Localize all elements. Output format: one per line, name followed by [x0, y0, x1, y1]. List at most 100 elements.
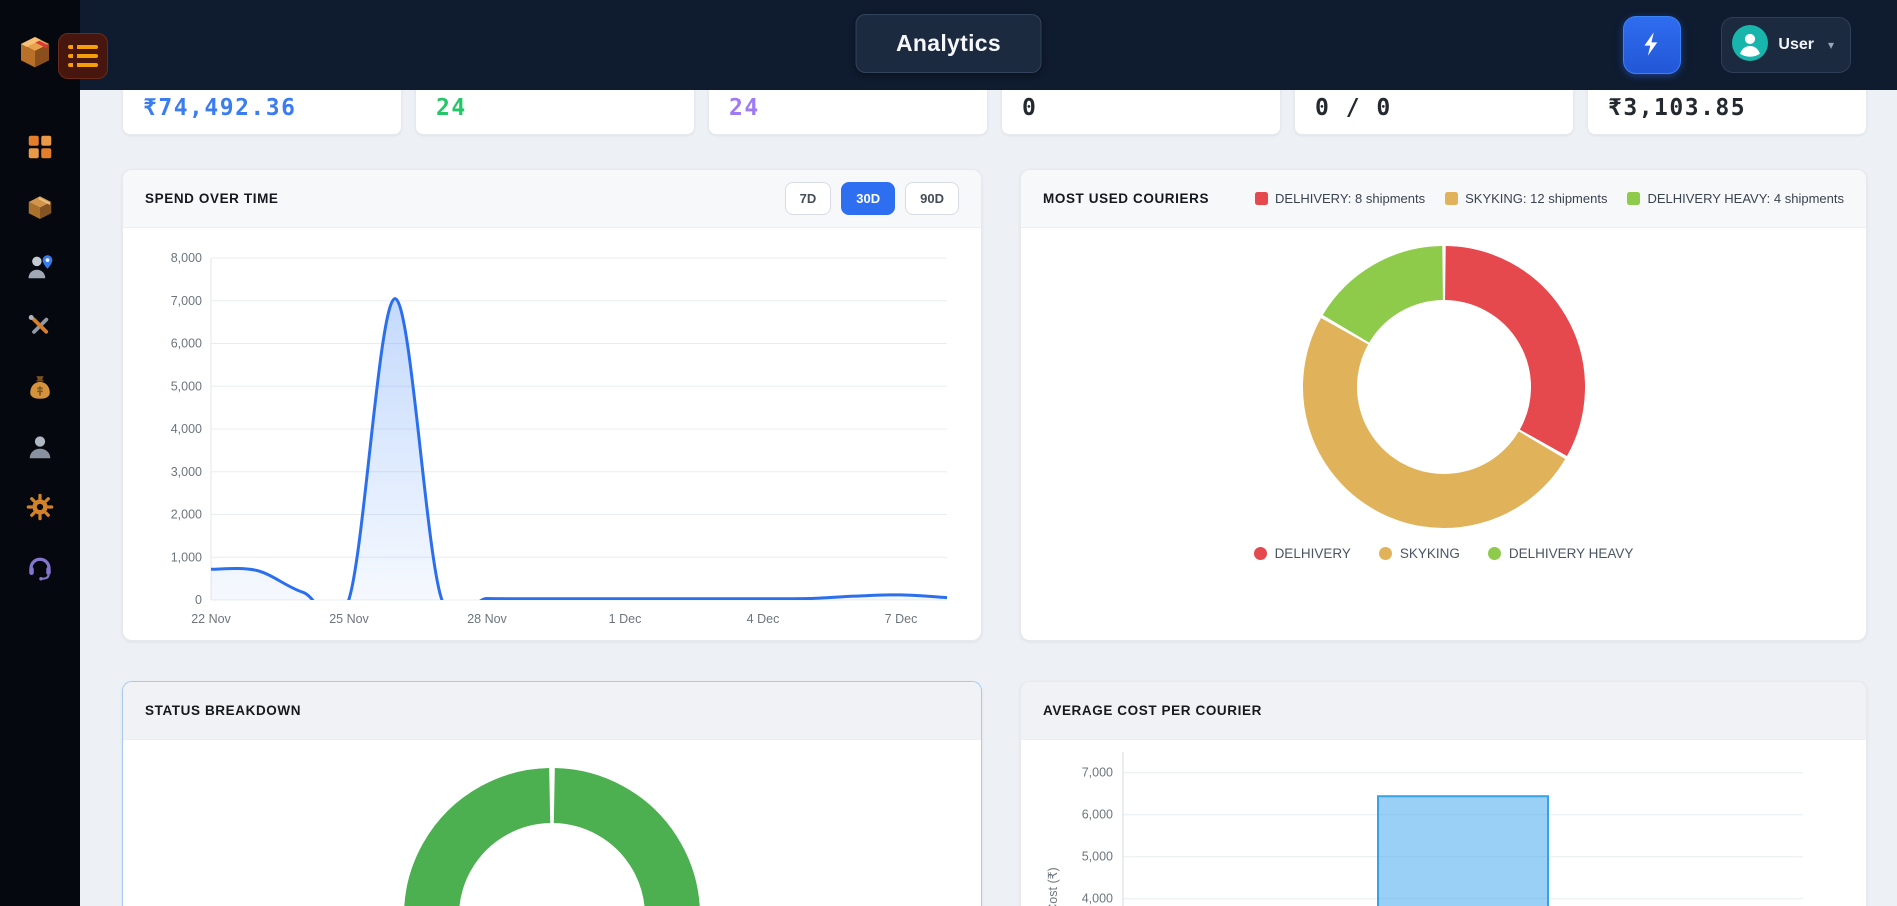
average-cost-chart-body: 01,0002,0003,0004,0005,0006,0007,000Cost…	[1021, 740, 1866, 906]
stat-value: 0 / 0	[1315, 95, 1392, 121]
svg-text:7 Dec: 7 Dec	[885, 612, 918, 626]
legend-label: DELHIVERY HEAVY	[1509, 546, 1634, 561]
svg-text:Cost (₹): Cost (₹)	[1046, 867, 1060, 906]
range-button-90d[interactable]: 90D	[905, 182, 959, 215]
legend-label: DELHIVERY: 8 shipments	[1275, 191, 1425, 206]
range-button-7d[interactable]: 7D	[785, 182, 832, 215]
tools-icon	[25, 312, 55, 347]
svg-text:25 Nov: 25 Nov	[329, 612, 369, 626]
sidebar-item-tracking[interactable]	[23, 254, 57, 284]
sidebar-nav	[0, 134, 80, 584]
person-pin-icon	[25, 252, 55, 287]
svg-text:6,000: 6,000	[1082, 808, 1113, 822]
menu-bar	[68, 54, 98, 58]
range-button-30d[interactable]: 30D	[841, 182, 895, 215]
legend-label: DELHIVERY HEAVY: 4 shipments	[1647, 191, 1844, 206]
legend-item[interactable]: DELHIVERY HEAVY	[1488, 546, 1634, 561]
legend-item[interactable]: SKYKING: 12 shipments	[1445, 191, 1607, 206]
couriers-chart-body: DELHIVERY SKYKING DELHIVERY HEAVY	[1021, 228, 1866, 561]
app-logo[interactable]	[16, 30, 54, 77]
legend-item[interactable]: SKYKING	[1379, 546, 1460, 561]
charts-row-1: SPEND OVER TIME 7D30D90D 01,0002,0003,00…	[122, 169, 1867, 641]
user-label: User	[1778, 36, 1814, 54]
top-navbar: Analytics User ▾	[0, 0, 1897, 90]
svg-text:5,000: 5,000	[1082, 850, 1113, 864]
average-cost-bar-chart: 01,0002,0003,0004,0005,0006,0007,000Cost…	[1031, 740, 1827, 906]
sidebar-item-support[interactable]	[23, 554, 57, 584]
legend-swatch	[1254, 547, 1267, 560]
legend-swatch	[1379, 547, 1392, 560]
couriers-donut-chart	[1301, 244, 1587, 530]
spend-over-time-header: SPEND OVER TIME 7D 30D 90D	[123, 170, 981, 228]
page-title: Analytics	[896, 30, 1001, 57]
svg-text:28 Nov: 28 Nov	[467, 612, 507, 626]
legend-item[interactable]: DELHIVERY: 8 shipments	[1255, 191, 1425, 206]
package-icon	[25, 192, 55, 227]
status-breakdown-title: STATUS BREAKDOWN	[145, 703, 301, 718]
legend-swatch	[1488, 547, 1501, 560]
legend-label: SKYKING: 12 shipments	[1465, 191, 1607, 206]
status-chart-body	[123, 740, 981, 906]
charts-row-2: STATUS BREAKDOWN AVERAGE COST PER COURIE…	[122, 681, 1867, 906]
svg-text:22 Nov: 22 Nov	[191, 612, 231, 626]
sidebar-item-dashboard[interactable]	[23, 134, 57, 164]
status-donut-chart	[402, 766, 702, 906]
legend-item[interactable]: DELHIVERY	[1254, 546, 1351, 561]
page-title-container: Analytics	[855, 14, 1042, 73]
spend-over-time-title: SPEND OVER TIME	[145, 191, 279, 206]
most-used-couriers-card: MOST USED COURIERS DELHIVERY: 8 shipment…	[1020, 169, 1867, 641]
svg-text:8,000: 8,000	[171, 251, 202, 265]
svg-text:6,000: 6,000	[171, 337, 202, 351]
legend-label: SKYKING	[1400, 546, 1460, 561]
average-cost-title: AVERAGE COST PER COURIER	[1043, 703, 1262, 718]
svg-text:4 Dec: 4 Dec	[747, 612, 780, 626]
sidebar-item-customers[interactable]	[23, 434, 57, 464]
svg-text:3,000: 3,000	[171, 465, 202, 479]
stat-value: ₹74,492.36	[143, 95, 296, 121]
sidebar-item-packages[interactable]	[23, 194, 57, 224]
average-cost-header: AVERAGE COST PER COURIER	[1021, 682, 1866, 740]
chevron-down-icon: ▾	[1828, 38, 1834, 52]
menu-bar	[68, 63, 98, 67]
sidebar-item-settings[interactable]	[23, 494, 57, 524]
svg-text:4,000: 4,000	[1082, 892, 1113, 906]
avatar	[1732, 25, 1768, 66]
stat-value: 24	[729, 95, 760, 121]
spend-over-time-card: SPEND OVER TIME 7D30D90D 01,0002,0003,00…	[122, 169, 982, 641]
user-menu[interactable]: User ▾	[1721, 17, 1851, 73]
legend-label: DELHIVERY	[1275, 546, 1351, 561]
quick-actions-button[interactable]	[1623, 16, 1681, 74]
couriers-header: MOST USED COURIERS DELHIVERY: 8 shipment…	[1021, 170, 1866, 228]
legend-swatch	[1445, 192, 1458, 205]
gear-icon	[25, 492, 55, 527]
spend-line-chart: 01,0002,0003,0004,0005,0006,0007,0008,00…	[137, 240, 967, 638]
sidebar-item-tools[interactable]	[23, 314, 57, 344]
status-breakdown-header: STATUS BREAKDOWN	[123, 682, 981, 740]
svg-text:5,000: 5,000	[171, 379, 202, 393]
main-content: ₹74,492.36242400 / 0₹3,103.85 SPEND OVER…	[80, 0, 1897, 906]
sidebar-item-billing[interactable]	[23, 374, 57, 404]
svg-text:7,000: 7,000	[1082, 766, 1113, 780]
navbar-right-cluster: User ▾	[1623, 0, 1851, 90]
menu-bar	[68, 45, 98, 49]
couriers-bottom-legend: DELHIVERY SKYKING DELHIVERY HEAVY	[1254, 546, 1634, 561]
spend-chart-body: 01,0002,0003,0004,0005,0006,0007,0008,00…	[123, 228, 981, 641]
stat-value: 24	[436, 95, 467, 121]
money-bag-icon	[25, 372, 55, 407]
couriers-title: MOST USED COURIERS	[1043, 191, 1209, 206]
svg-text:7,000: 7,000	[171, 294, 202, 308]
status-breakdown-card: STATUS BREAKDOWN	[122, 681, 982, 906]
svg-text:4,000: 4,000	[171, 422, 202, 436]
grid-icon	[25, 132, 55, 167]
svg-text:1 Dec: 1 Dec	[609, 612, 642, 626]
legend-item[interactable]: DELHIVERY HEAVY: 4 shipments	[1627, 191, 1844, 206]
person-icon	[25, 432, 55, 467]
menu-toggle-button[interactable]	[58, 33, 108, 79]
svg-text:1,000: 1,000	[171, 550, 202, 564]
lightning-bolt-icon	[1638, 30, 1666, 61]
sidebar	[0, 0, 80, 906]
stat-value: 0	[1022, 95, 1037, 121]
couriers-header-legend: DELHIVERY: 8 shipments SKYKING: 12 shipme…	[1255, 191, 1844, 206]
headset-icon	[25, 552, 55, 587]
average-cost-card: AVERAGE COST PER COURIER 01,0002,0003,00…	[1020, 681, 1867, 906]
